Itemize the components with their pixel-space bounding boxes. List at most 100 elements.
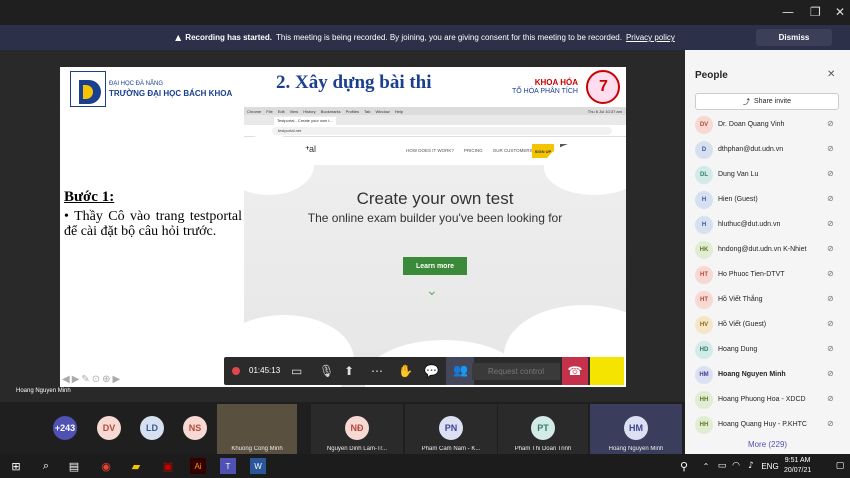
mac-menu-item: View: [289, 108, 299, 114]
video-tile[interactable]: Khuong Cong Minh: [217, 404, 297, 454]
participant-row[interactable]: DV Dr. Doan Quang Vinh ⊘: [695, 114, 845, 136]
mic-muted-icon: ⊘: [827, 269, 834, 278]
close-icon[interactable]: ✕: [827, 69, 835, 80]
chat-icon[interactable]: 💬: [424, 364, 439, 378]
illustrator-icon[interactable]: Ai: [190, 458, 206, 474]
share-icon: ⤴: [743, 97, 751, 106]
tile-name: Khuong Cong Minh: [231, 446, 283, 452]
windows-start-icon[interactable]: ⊞: [8, 458, 24, 474]
pdf-reader-icon[interactable]: ▣: [160, 458, 176, 474]
close-icon[interactable]: ✕: [835, 5, 845, 19]
notifications-icon[interactable]: ▢: [832, 458, 848, 474]
browser-tab: Testportal - Create your own t...: [274, 117, 336, 125]
raise-hand-icon[interactable]: ✋: [398, 364, 413, 378]
participant-name: Dung Van Lu: [718, 171, 759, 178]
participant-row[interactable]: HD Hoang Dung ⊘: [695, 339, 845, 361]
avatar: D: [695, 141, 713, 159]
more-participants-link[interactable]: More (229): [685, 440, 850, 449]
avatar: HM: [695, 366, 713, 384]
person-icon[interactable]: ⚲: [676, 458, 692, 474]
participant-name: dthphan@dut.udn.vn: [718, 146, 784, 153]
mic-muted-icon: ⊘: [827, 144, 834, 153]
department-name: TỔ HÓA PHÂN TÍCH: [512, 88, 578, 95]
shared-screen: ĐẠI HỌC ĐÀ NẴNG TRƯỜNG ĐẠI HỌC BÁCH KHOA…: [0, 50, 685, 402]
video-tile[interactable]: PT Pham Thi Doan Trinh: [498, 404, 588, 454]
participant-row[interactable]: HT Ho Phuoc Tien-DTVT ⊘: [695, 264, 845, 286]
chevron-up-icon[interactable]: ⌃: [698, 458, 714, 474]
browser-screenshot: Chrome File Edit View History Bookmarks Profil…: [244, 107, 626, 387]
wifi-icon[interactable]: ◠: [728, 458, 744, 474]
phone-icon: ☎: [567, 364, 583, 378]
teams-icon[interactable]: T: [220, 458, 236, 474]
hang-up-button[interactable]: ☎: [562, 357, 588, 385]
panel-title: People: [695, 70, 728, 81]
mac-menu-item: History: [303, 108, 316, 114]
hero-section: Create your own test The online exam bui…: [244, 135, 626, 387]
share-invite-button[interactable]: ⤴ Share invite: [695, 93, 839, 110]
slide-title: 2. Xây dựng bài thi: [276, 72, 432, 93]
mac-menu-item: Chrome: [247, 108, 262, 114]
request-control-button[interactable]: Request control: [472, 363, 560, 380]
slide-tools[interactable]: ◀▶✎⊙⊕▶: [62, 374, 122, 385]
participant-row[interactable]: Ddthphan@dut.udn.vn ⊘: [695, 139, 845, 161]
avatar[interactable]: DV: [97, 416, 121, 440]
avatar: HV: [695, 316, 713, 334]
avatar[interactable]: NS: [183, 416, 207, 440]
chevron-down-icon: ⌄: [426, 283, 438, 299]
participant-row[interactable]: H Hien (Guest) ⊘: [695, 189, 845, 211]
video-tile[interactable]: PN Pham Cam Nam - K...: [405, 404, 497, 454]
camera-off-icon[interactable]: ▭: [291, 364, 302, 378]
people-button[interactable]: 👥: [446, 357, 474, 385]
mac-menu-item: Bookmarks: [320, 108, 341, 114]
participant-row[interactable]: HH Hoang Quang Huy - P.KHTC ⊘: [695, 414, 845, 436]
task-view-icon[interactable]: ▤: [66, 458, 82, 474]
more-options-icon[interactable]: ⋯: [371, 364, 383, 378]
mic-muted-icon: ⊘: [827, 319, 834, 328]
avatar: HT: [695, 291, 713, 309]
chrome-icon[interactable]: ◉: [98, 458, 114, 474]
taskbar: ⊞ ⌕ ▤ ◉ ▰ ▣ Ai T W ⚲ ⌃ ▭ ◠ ♪ ENG 9:51 AM…: [0, 454, 850, 478]
system-clock[interactable]: 9:51 AM 20/07/21: [784, 456, 811, 476]
language-indicator[interactable]: ENG: [758, 458, 782, 474]
avatar[interactable]: LD: [140, 416, 164, 440]
nav-link: OUR CUSTOMERS: [492, 148, 533, 153]
warning-icon: ▲: [175, 33, 182, 42]
step-heading: Bước 1:: [64, 189, 115, 205]
maximize-icon[interactable]: ❐: [810, 5, 821, 19]
mic-muted-icon: ⊘: [827, 394, 834, 403]
share-screen-icon[interactable]: ⬆: [344, 364, 354, 378]
participant-row[interactable]: HV Hồ Viết (Guest) ⊘: [695, 314, 845, 336]
participant-name: hluthuc@dut.udn.vn: [718, 221, 781, 228]
video-tile[interactable]: HM Hoang Nguyen Minh: [590, 404, 682, 454]
mic-off-icon[interactable]: 🎙: [319, 364, 334, 378]
uni-big: TRƯỜNG ĐẠI HỌC BÁCH KHOA: [109, 89, 233, 98]
hero-title: Create your own test: [356, 189, 514, 208]
avatar: HH: [695, 391, 713, 409]
overflow-count[interactable]: +243: [53, 416, 77, 440]
participant-name: Hien (Guest): [718, 196, 758, 203]
participant-name: Hoang Dung: [718, 346, 758, 353]
participant-name: Hoang Quang Huy - P.KHTC: [718, 421, 807, 428]
dismiss-button[interactable]: Dismiss: [756, 29, 832, 46]
participant-row[interactable]: HH Hoang Phuong Hoa - XDCD ⊘: [695, 389, 845, 411]
video-tile[interactable]: NĐ Nguyen Dinh Lam-Tr...: [311, 404, 403, 454]
avatar: HH: [695, 416, 713, 434]
participant-row[interactable]: HM Hoang Nguyen Minh ⊘: [695, 364, 845, 386]
word-icon[interactable]: W: [250, 458, 266, 474]
volume-icon[interactable]: ♪: [743, 458, 759, 474]
search-icon[interactable]: ⌕: [38, 458, 54, 474]
participant-row[interactable]: DL Dung Van Lu ⊘: [695, 164, 845, 186]
participant-name: Hoang Phuong Hoa - XDCD: [718, 396, 806, 403]
participant-row[interactable]: Hhluthuc@dut.udn.vn ⊘: [695, 214, 845, 236]
minimize-icon[interactable]: —: [782, 5, 794, 19]
mic-muted-icon: ⊘: [827, 344, 834, 353]
avatar: HK: [695, 241, 713, 259]
avatar: H: [695, 191, 713, 209]
privacy-link[interactable]: Privacy policy: [626, 33, 675, 42]
people-panel: People ✕ ⤴ Share invite DV Dr. Doan Quang…: [685, 50, 850, 454]
participant-row[interactable]: HK hndong@dut.udn.vn K-Nhiet ⊘: [695, 239, 845, 261]
hero-subtitle: The online exam builder you've been look…: [307, 211, 563, 225]
participant-row[interactable]: HT Hồ Viết Thắng ⊘: [695, 289, 845, 311]
file-explorer-icon[interactable]: ▰: [128, 458, 144, 474]
mic-muted-icon: ⊘: [827, 169, 834, 178]
